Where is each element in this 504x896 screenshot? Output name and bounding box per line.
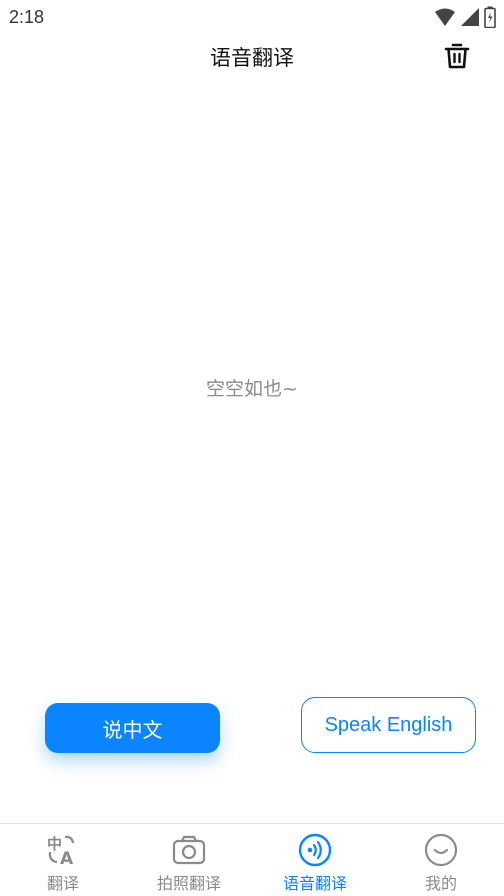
tab-voice-translate[interactable]: 语音翻译 [252, 824, 378, 896]
svg-text:A: A [60, 849, 74, 866]
tab-photo-translate[interactable]: 拍照翻译 [126, 824, 252, 896]
tab-label: 拍照翻译 [156, 874, 221, 893]
status-bar: 2:18 [0, 0, 504, 34]
status-icons [434, 6, 496, 28]
cellular-signal-icon [461, 8, 479, 26]
tab-label: 我的 [424, 874, 457, 893]
voice-icon [297, 832, 333, 868]
tab-profile[interactable]: 我的 [378, 824, 504, 896]
status-time: 2:18 [9, 7, 45, 27]
tab-translate[interactable]: 中 A 翻译 [0, 824, 126, 896]
speak-english-button[interactable]: Speak English [301, 697, 476, 753]
speak-chinese-button[interactable]: 说中文 [45, 703, 220, 753]
smiley-icon [423, 832, 459, 868]
battery-icon [484, 6, 496, 28]
camera-icon [171, 832, 207, 868]
translate-icon: 中 A [45, 832, 81, 868]
wifi-icon [435, 8, 455, 26]
app-header: 语音翻译 [0, 34, 504, 80]
tab-label: 语音翻译 [282, 874, 347, 893]
clear-history-button[interactable] [442, 40, 472, 72]
trash-icon [444, 43, 470, 69]
page-title: 语音翻译 [210, 46, 294, 70]
bottom-tab-bar: 中 A 翻译 拍照翻译 语音翻译 我的 [0, 823, 504, 896]
empty-state-text: 空空如也~ [206, 378, 298, 400]
tab-label: 翻译 [46, 874, 79, 893]
